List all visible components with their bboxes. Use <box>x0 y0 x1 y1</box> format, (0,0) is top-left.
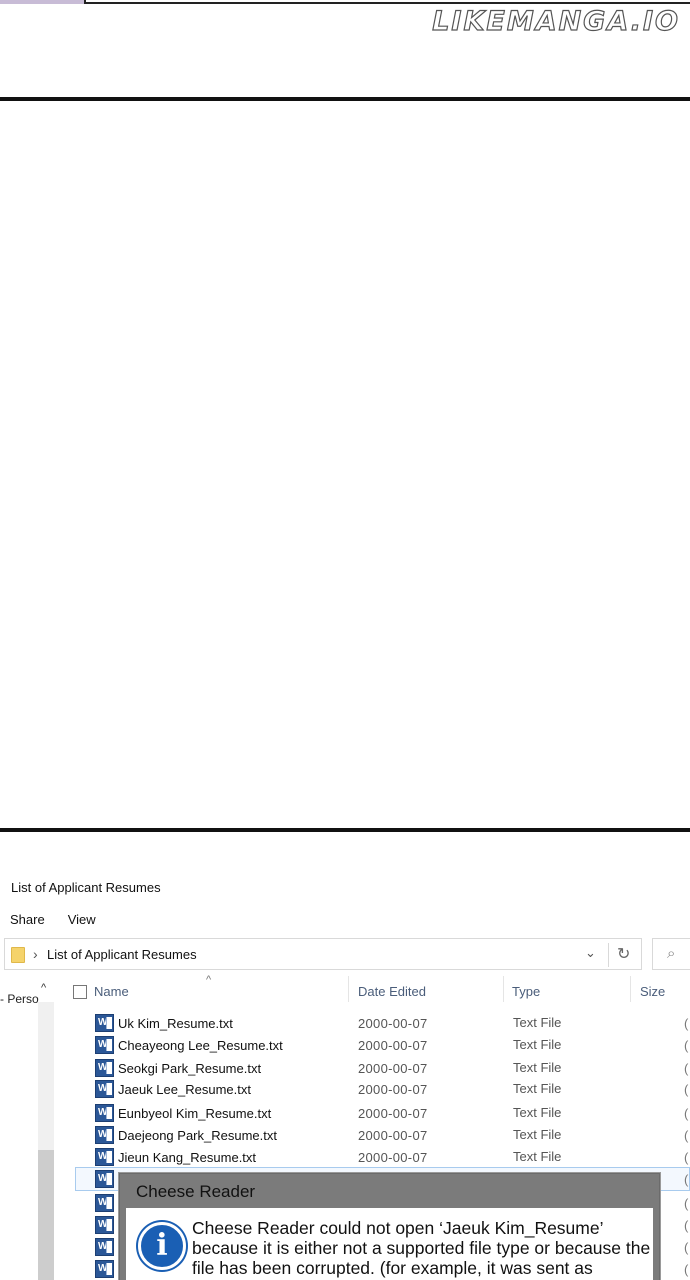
window-title: List of Applicant Resumes <box>11 880 161 895</box>
word-document-icon: W <box>95 1104 114 1122</box>
breadcrumb[interactable]: List of Applicant Resumes <box>47 947 197 962</box>
panel-corner <box>0 0 86 4</box>
file-name: Jieun Kang_Resume.txt <box>118 1150 257 1165</box>
column-divider[interactable] <box>630 976 631 1002</box>
file-row[interactable]: W Seokgi Park_Resume.txt 2000-00-07 Text… <box>0 1059 690 1079</box>
file-date: 2000-00-07 <box>358 1106 428 1121</box>
watermark: LIKEMANGA.IO <box>432 5 680 37</box>
file-size: ( <box>684 1240 689 1255</box>
file-name: Cheayeong Lee_Resume.txt <box>118 1038 283 1053</box>
file-size: ( <box>684 1038 689 1053</box>
nav-pane-item[interactable]: - Perso <box>0 992 39 1006</box>
word-document-icon: W <box>95 1014 114 1032</box>
file-row[interactable]: W Eunbyeol Kim_Resume.txt 2000-00-07 Tex… <box>0 1104 690 1124</box>
file-row[interactable]: W Jaeuk Lee_Resume.txt 2000-00-07 Text F… <box>0 1080 690 1100</box>
word-document-icon: W <box>95 1238 114 1256</box>
file-size: ( <box>684 1218 689 1233</box>
file-date: 2000-00-07 <box>358 1150 428 1165</box>
word-document-icon: W <box>95 1059 114 1077</box>
file-date: 2000-00-07 <box>358 1038 428 1053</box>
panel-divider <box>0 97 690 101</box>
file-row[interactable]: W Jieun Kang_Resume.txt 2000-00-07 Text … <box>0 1148 690 1168</box>
column-header-date[interactable]: Date Edited <box>358 984 426 999</box>
word-document-icon: W <box>95 1148 114 1166</box>
word-document-icon: W <box>95 1194 114 1212</box>
file-size: ( <box>684 1082 689 1097</box>
column-headers: ^ Name Date Edited Type Size <box>60 974 690 1004</box>
file-date: 2000-00-07 <box>358 1016 428 1031</box>
file-row[interactable]: W Daejeong Park_Resume.txt 2000-00-07 Te… <box>0 1126 690 1146</box>
file-explorer-window: List of Applicant Resumes Share View › L… <box>0 832 690 1280</box>
folder-icon <box>11 947 25 963</box>
file-type: Text File <box>513 1127 562 1142</box>
file-size: ( <box>684 1106 689 1121</box>
search-icon: ⌕ <box>667 945 676 962</box>
file-type: Text File <box>513 1015 562 1030</box>
file-date: 2000-00-07 <box>358 1128 428 1143</box>
dialog-title: Cheese Reader <box>136 1182 256 1201</box>
file-size: ( <box>684 1061 689 1076</box>
file-size: ( <box>684 1172 689 1187</box>
file-name: Eunbyeol Kim_Resume.txt <box>118 1106 272 1121</box>
file-name: Seokgi Park_Resume.txt <box>118 1061 262 1076</box>
file-type: Text File <box>513 1081 562 1096</box>
address-bar[interactable]: › List of Applicant Resumes ⌄ ↻ <box>4 938 642 970</box>
ribbon-tabs: Share View <box>10 912 96 927</box>
sort-ascending-icon: ^ <box>206 974 212 986</box>
error-dialog: Cheese Reader i Cheese Reader could not … <box>119 1173 660 1280</box>
chevron-right-icon: › <box>33 946 38 962</box>
word-document-icon: W <box>95 1080 114 1098</box>
file-type: Text File <box>513 1105 562 1120</box>
dialog-body: i Cheese Reader could not open ‘Jaeuk Ki… <box>120 1208 659 1280</box>
column-header-name[interactable]: Name <box>94 984 129 999</box>
info-icon: i <box>138 1222 186 1270</box>
column-header-size[interactable]: Size <box>640 984 665 999</box>
file-name: Jaeuk Lee_Resume.txt <box>118 1082 251 1097</box>
file-date: 2000-00-07 <box>358 1082 428 1097</box>
file-type: Text File <box>513 1149 562 1164</box>
word-document-icon: W <box>95 1036 114 1054</box>
file-type: Text File <box>513 1037 562 1052</box>
file-date: 2000-00-07 <box>358 1061 428 1076</box>
panel-border <box>86 2 690 4</box>
file-size: ( <box>684 1262 689 1277</box>
file-name: Daejeong Park_Resume.txt <box>118 1128 277 1143</box>
file-size: ( <box>684 1196 689 1211</box>
dialog-titlebar[interactable]: Cheese Reader <box>120 1174 659 1208</box>
ribbon-tab-share[interactable]: Share <box>10 912 45 927</box>
scroll-up-icon[interactable]: ^ <box>41 982 46 994</box>
search-input[interactable]: ⌕ <box>652 938 690 970</box>
divider <box>608 943 609 967</box>
chevron-down-icon[interactable]: ⌄ <box>585 945 596 961</box>
file-size: ( <box>684 1016 689 1031</box>
file-name: Uk Kim_Resume.txt <box>118 1016 233 1031</box>
ribbon-tab-view[interactable]: View <box>68 912 96 927</box>
column-divider[interactable] <box>503 976 504 1002</box>
column-header-type[interactable]: Type <box>512 984 540 999</box>
refresh-icon[interactable]: ↻ <box>617 944 630 964</box>
select-all-checkbox[interactable] <box>73 985 87 999</box>
file-size: ( <box>684 1128 689 1143</box>
file-row[interactable]: W Cheayeong Lee_Resume.txt 2000-00-07 Te… <box>0 1036 690 1056</box>
column-divider[interactable] <box>348 976 349 1002</box>
word-document-icon: W <box>95 1216 114 1234</box>
word-document-icon: W <box>95 1170 114 1188</box>
word-document-icon: W <box>95 1260 114 1278</box>
file-size: ( <box>684 1150 689 1165</box>
word-document-icon: W <box>95 1126 114 1144</box>
top-panel: LIKEMANGA.IO <box>0 0 690 100</box>
file-row[interactable]: W Uk Kim_Resume.txt 2000-00-07 Text File… <box>0 1014 690 1034</box>
file-type: Text File <box>513 1060 562 1075</box>
dialog-message: Cheese Reader could not open ‘Jaeuk Kim_… <box>192 1218 651 1278</box>
